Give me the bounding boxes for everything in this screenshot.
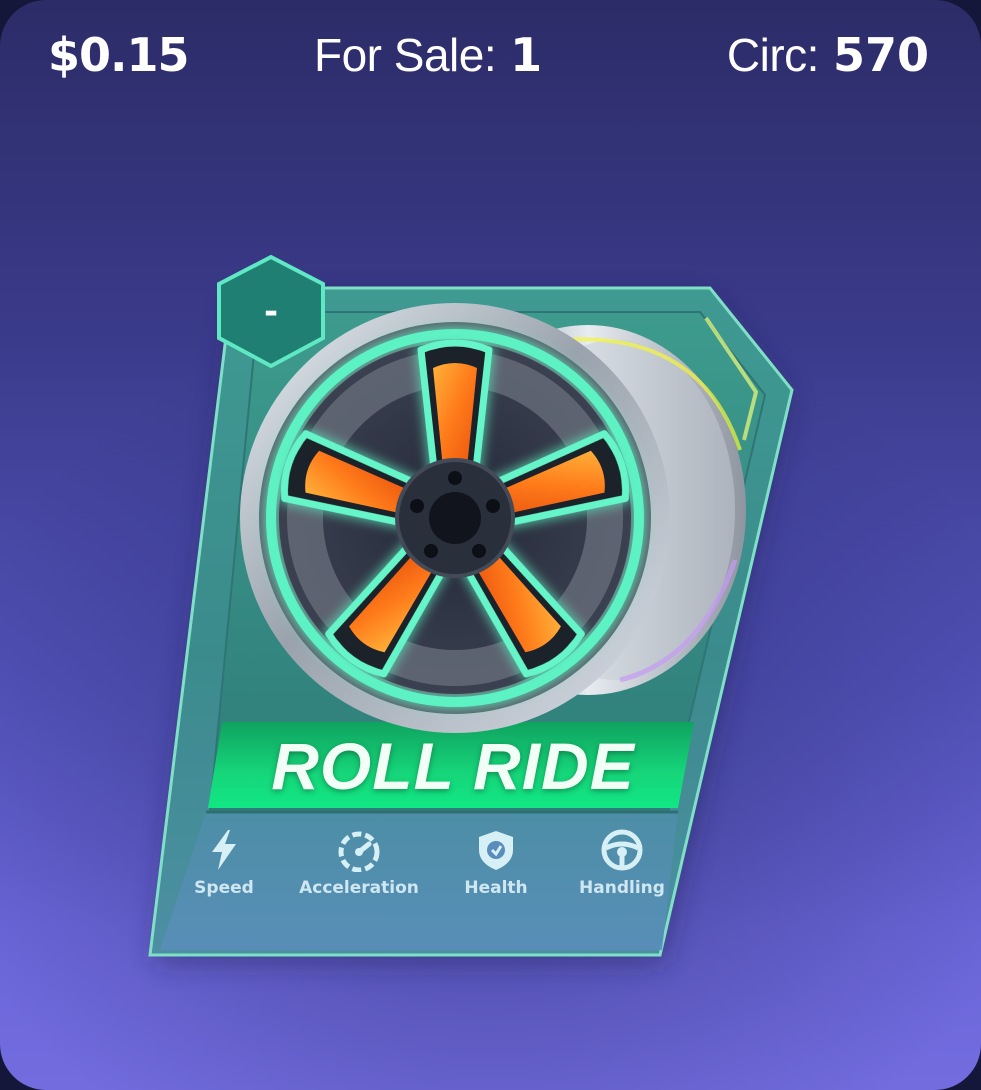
stat-speed[interactable]: Speed xyxy=(186,828,262,898)
stat-icons-row: Speed Acceleration Health Handling xyxy=(186,828,686,908)
item-panel[interactable]: $0.15 For Sale: 1 Circ: 570 - ROLL RIDE … xyxy=(0,0,981,1090)
stat-label: Health xyxy=(464,878,528,898)
item-card[interactable] xyxy=(0,0,981,1090)
stat-label: Acceleration xyxy=(299,878,419,898)
stat-health[interactable]: Health xyxy=(456,828,536,898)
stat-acceleration[interactable]: Acceleration xyxy=(288,828,430,898)
stat-label: Handling xyxy=(579,878,665,898)
card-title: ROLL RIDE xyxy=(271,729,635,803)
stat-handling[interactable]: Handling xyxy=(570,828,674,898)
tier-badge-label: - xyxy=(263,292,279,332)
stat-label: Speed xyxy=(194,878,254,898)
shield-icon xyxy=(479,831,513,870)
lightning-bolt-icon xyxy=(212,830,236,870)
steering-wheel-icon xyxy=(601,829,643,871)
speedometer-icon xyxy=(338,831,380,872)
